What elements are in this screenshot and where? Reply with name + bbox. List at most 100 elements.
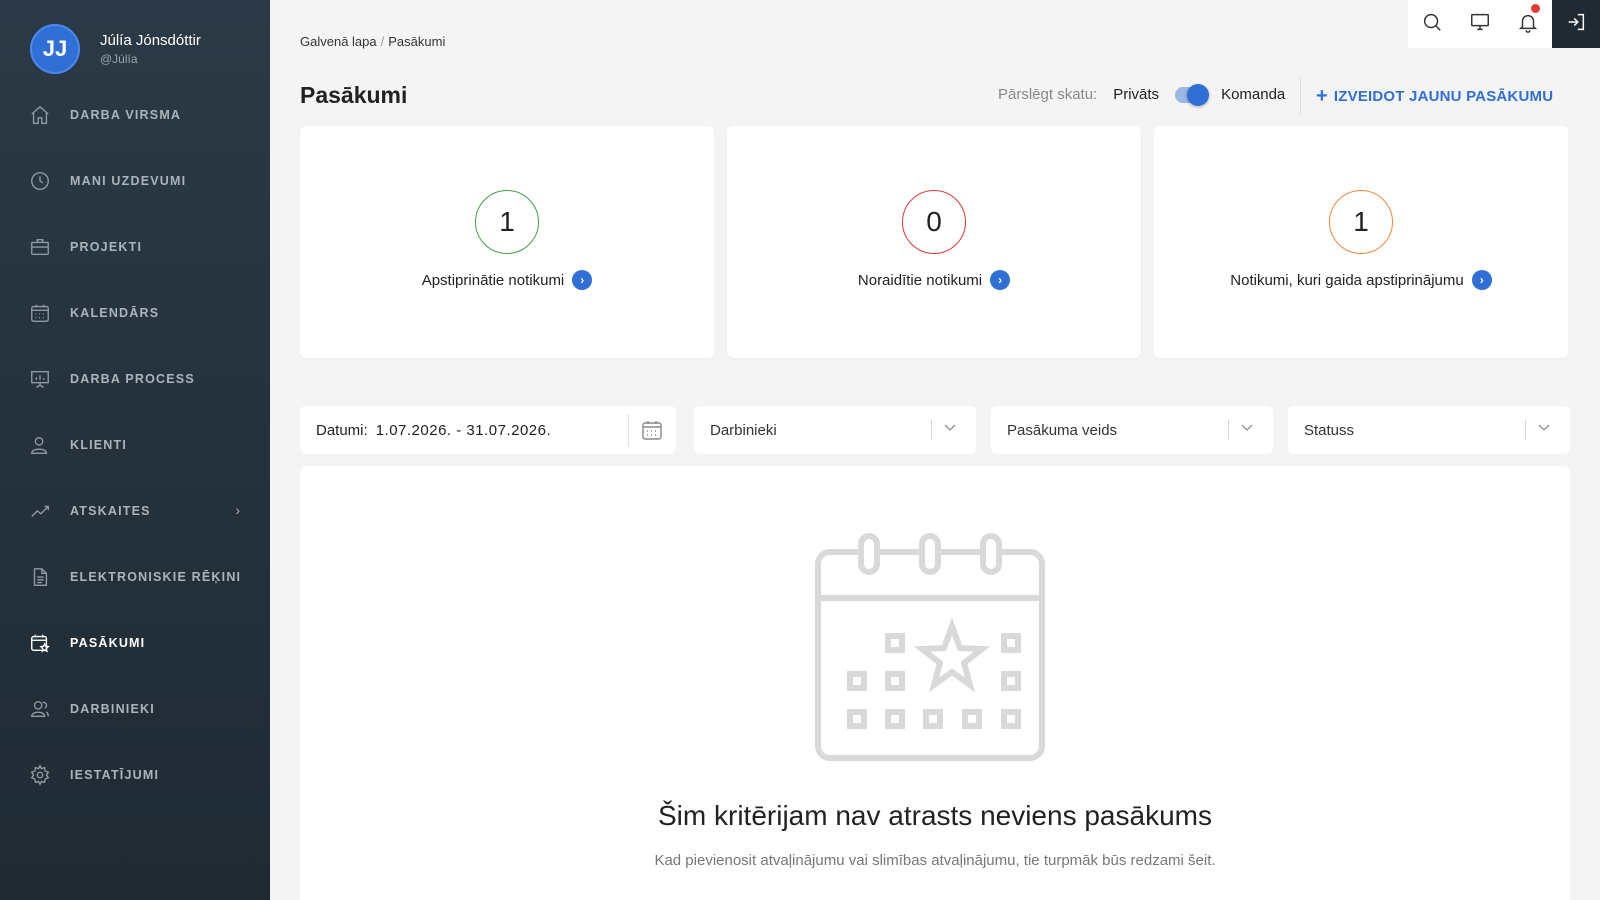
chevron-down-icon — [942, 419, 962, 439]
select-divider — [1525, 420, 1526, 440]
stat-label: Noraidītie notikumi — [857, 272, 983, 289]
sidebar-item-calendar[interactable]: KALENDĀRS — [0, 280, 270, 346]
create-event-label: IZVEIDOT JAUNU PASĀKUMU — [1333, 87, 1554, 105]
arrow-right-icon[interactable]: › — [1471, 269, 1492, 290]
user-name: Júlía Jónsdóttir — [100, 32, 201, 49]
logout-button[interactable] — [1552, 0, 1600, 48]
date-range-label: Datumi: — [316, 421, 368, 439]
plus-icon: + — [1316, 85, 1328, 107]
status-select-value: Statuss — [1304, 421, 1355, 439]
calendar-icon — [28, 301, 52, 325]
users-icon — [28, 697, 52, 721]
user-icon — [28, 433, 52, 457]
sidebar: JJ Júlía Jónsdóttir @Júlía DARBA VIRSMA … — [0, 0, 270, 900]
stat-card-approved: 1 Apstiprinātie notikumi › — [300, 126, 714, 358]
sidebar-item-label: KLIENTI — [70, 438, 128, 452]
chevron-right-icon[interactable]: › — [235, 502, 240, 518]
breadcrumb-separator: / — [380, 34, 385, 49]
arrow-right-icon[interactable]: › — [990, 269, 1011, 290]
page-title: Pasākumi — [300, 82, 408, 108]
empty-state-subtitle: Kad pievienosit atvaļinājumu vai slimība… — [654, 852, 1216, 869]
briefcase-icon — [28, 235, 52, 259]
sidebar-item-clients[interactable]: KLIENTI — [0, 412, 270, 478]
sidebar-item-label: PASĀKUMI — [70, 636, 146, 650]
chart-line-icon — [28, 499, 52, 523]
bell-icon — [1517, 11, 1539, 38]
sidebar-item-dashboard[interactable]: DARBA VIRSMA — [0, 82, 270, 148]
search-button[interactable] — [1408, 0, 1456, 48]
toggle-knob — [1187, 83, 1210, 106]
event-type-select[interactable]: Pasākuma veids — [991, 406, 1273, 454]
date-range-value[interactable]: 1.07.2026. - 31.07.2026. — [376, 422, 551, 439]
sidebar-item-reports[interactable]: ATSKAITES › — [0, 478, 270, 544]
sidebar-item-e-invoices[interactable]: ELEKTRONISKIE RĒĶINI — [0, 544, 270, 610]
view-switch: Pārslēgt skatu: Privāts Komanda — [998, 83, 1285, 106]
create-event-button[interactable]: + IZVEIDOT JAUNU PASĀKUMU — [1316, 86, 1553, 106]
date-range-filter[interactable]: Datumi: 1.07.2026. - 31.07.2026. — [300, 406, 676, 454]
sidebar-item-projects[interactable]: PROJEKTI — [0, 214, 270, 280]
sidebar-item-events[interactable]: PASĀKUMI — [0, 610, 270, 676]
stat-label: Apstiprinātie notikumi — [421, 272, 565, 289]
event-type-select-value: Pasākuma veids — [1007, 421, 1118, 439]
empty-state-title: Šim kritērijam nav atrasts neviens pasāk… — [658, 800, 1212, 831]
sidebar-nav: DARBA VIRSMA MANI UZDEVUMI PROJEKTI KALE… — [0, 82, 270, 808]
sidebar-item-my-tasks[interactable]: MANI UZDEVUMI — [0, 148, 270, 214]
sidebar-item-label: ELEKTRONISKIE RĒĶINI — [70, 570, 242, 584]
breadcrumb-home-link[interactable]: Galvenā lapa — [300, 34, 377, 49]
sidebar-item-settings[interactable]: IESTATĪJUMI — [0, 742, 270, 808]
user-profile[interactable]: JJ Júlía Jónsdóttir @Júlía — [30, 24, 201, 74]
stat-link[interactable]: Noraidītie notikumi › — [727, 269, 1141, 290]
notifications-button[interactable] — [1504, 0, 1552, 48]
calendar-star-illustration-icon — [812, 532, 1048, 764]
stat-label: Notikumi, kuri gaida apstiprinājumu — [1230, 272, 1464, 289]
sidebar-item-label: PROJEKTI — [70, 240, 143, 254]
clock-icon — [28, 169, 52, 193]
calendar-picker-icon[interactable] — [640, 418, 664, 442]
sidebar-item-label: DARBINIEKI — [70, 702, 155, 716]
view-option-team[interactable]: Komanda — [1221, 86, 1285, 103]
empty-state-panel: Šim kritērijam nav atrasts neviens pasāk… — [300, 466, 1570, 900]
avatar[interactable]: JJ — [30, 24, 80, 74]
view-option-private[interactable]: Privāts — [1113, 86, 1159, 103]
stat-value-circle: 1 — [1329, 190, 1393, 254]
view-switch-label: Pārslēgt skatu: — [998, 86, 1098, 103]
stat-card-pending: 1 Notikumi, kuri gaida apstiprinājumu › — [1154, 126, 1568, 358]
sidebar-item-label: MANI UZDEVUMI — [70, 174, 187, 188]
display-button[interactable] — [1456, 0, 1504, 48]
calendar-star-icon — [28, 631, 52, 655]
sidebar-item-label: DARBA PROCESS — [70, 372, 195, 386]
chevron-down-icon — [1536, 419, 1556, 439]
employees-select-value: Darbinieki — [710, 421, 777, 439]
breadcrumb-current: Pasākumi — [388, 34, 446, 49]
sidebar-item-label: IESTATĪJUMI — [70, 768, 160, 782]
sidebar-item-label: DARBA VIRSMA — [70, 108, 182, 122]
top-toolbar — [1408, 0, 1600, 48]
gear-icon — [28, 763, 52, 787]
select-divider — [1228, 420, 1229, 440]
employees-select[interactable]: Darbinieki — [694, 406, 976, 454]
monitor-icon — [1469, 11, 1491, 38]
stat-link[interactable]: Notikumi, kuri gaida apstiprinājumu › — [1154, 269, 1568, 290]
sidebar-item-label: ATSKAITES — [70, 504, 151, 518]
search-icon — [1421, 11, 1443, 38]
chevron-down-icon — [1239, 419, 1259, 439]
home-icon — [28, 103, 52, 127]
notification-badge — [1531, 4, 1540, 13]
user-handle: @Júlía — [100, 52, 138, 66]
select-divider — [931, 420, 932, 440]
sidebar-item-workflow[interactable]: DARBA PROCESS — [0, 346, 270, 412]
stat-value-circle: 1 — [475, 190, 539, 254]
header-divider — [1300, 78, 1301, 114]
view-toggle[interactable] — [1175, 83, 1210, 106]
arrow-right-icon[interactable]: › — [572, 269, 593, 290]
stat-card-rejected: 0 Noraidītie notikumi › — [727, 126, 1141, 358]
stat-value-circle: 0 — [902, 190, 966, 254]
stat-link[interactable]: Apstiprinātie notikumi › — [300, 269, 714, 290]
document-icon — [28, 565, 52, 589]
filter-divider — [628, 414, 629, 446]
presentation-board-icon — [28, 367, 52, 391]
logout-icon — [1565, 11, 1587, 38]
sidebar-item-employees[interactable]: DARBINIEKI — [0, 676, 270, 742]
status-select[interactable]: Statuss — [1288, 406, 1570, 454]
breadcrumb: Galvenā lapa / Pasākumi — [300, 34, 445, 49]
